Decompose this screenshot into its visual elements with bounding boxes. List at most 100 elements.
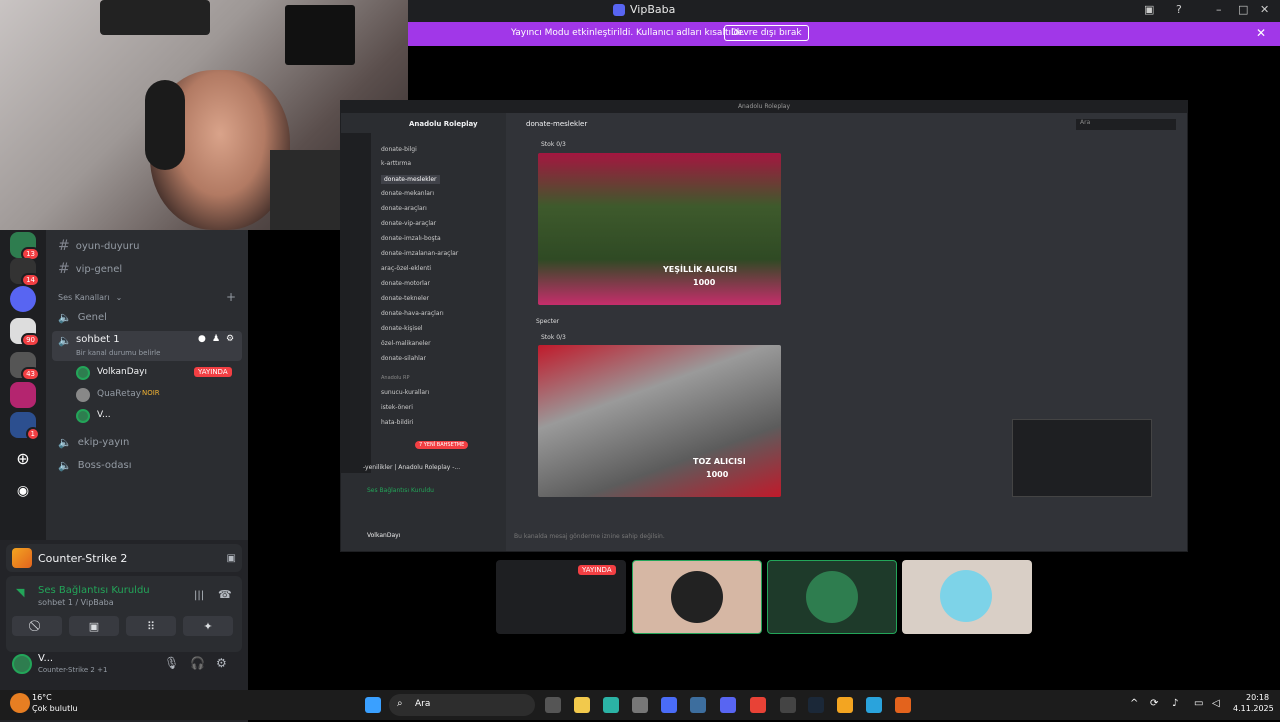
server-icon[interactable]: 14 — [10, 258, 40, 287]
voice-channel-boss-odasi[interactable]: 🔈 Boss-odası — [58, 459, 131, 472]
microphone-icon[interactable]: ♪ — [1172, 698, 1178, 709]
edge-icon[interactable] — [603, 697, 619, 713]
signal-icon: ◥ — [16, 586, 25, 599]
app-icon[interactable] — [690, 697, 706, 713]
explorer-icon[interactable] — [574, 697, 590, 713]
stream-view[interactable]: Anadolu Roleplay Anadolu Roleplay donate… — [340, 100, 1188, 552]
app-icon[interactable] — [661, 697, 677, 713]
participant-tiles: YAYINDA — [496, 560, 1036, 636]
avatar — [940, 570, 992, 622]
store-icon[interactable] — [632, 697, 648, 713]
discover-icon[interactable]: ◉ — [10, 478, 36, 504]
server-icon[interactable] — [10, 286, 36, 312]
cs2-icon[interactable] — [837, 697, 853, 713]
server-icon[interactable]: 90 — [10, 318, 40, 347]
screen-icon[interactable]: ▣ — [227, 553, 236, 564]
weather-icon[interactable] — [10, 693, 30, 713]
telegram-icon[interactable] — [866, 697, 882, 713]
stream-header: Anadolu Roleplay — [341, 101, 1187, 113]
server-icon[interactable]: 13 — [10, 232, 40, 261]
banner-text: Yayıncı Modu etkinleştirildi. Kullanıcı … — [511, 28, 745, 38]
avatar — [806, 571, 858, 623]
volume-icon[interactable]: ◁ — [1212, 698, 1220, 709]
steam-icon[interactable] — [808, 697, 824, 713]
wall-poster — [285, 5, 355, 65]
search-box[interactable]: ⌕ Ara — [389, 694, 535, 716]
participant-tile[interactable] — [902, 560, 1032, 634]
discord-icon[interactable] — [720, 697, 736, 713]
window-title: VipBaba — [630, 3, 676, 16]
add-user-icon[interactable]: ♟ — [212, 334, 220, 344]
microphone-icon[interactable]: 🎙 — [164, 656, 179, 670]
nested-stream-preview — [1012, 419, 1152, 497]
stream-server-rail — [341, 133, 371, 473]
disable-streamer-mode-button[interactable]: Devre dışı bırak — [724, 25, 809, 41]
close-banner-icon[interactable]: ✕ — [1256, 26, 1266, 40]
connection-status[interactable]: Ses Bağlantısı Kuruldu — [38, 585, 150, 596]
streamer-mode-banner: Yayıncı Modu etkinleştirildi. Kullanıcı … — [408, 22, 1280, 46]
help-icon[interactable]: ? — [1176, 3, 1182, 16]
hash-icon: # — [58, 261, 70, 277]
app-icon[interactable] — [895, 697, 911, 713]
minimize-button[interactable]: – — [1216, 3, 1222, 16]
gear-icon[interactable]: ⚙ — [226, 334, 234, 344]
username[interactable]: V... — [38, 653, 53, 664]
chrome-icon[interactable] — [750, 697, 766, 713]
gear-icon[interactable]: ⚙ — [216, 656, 227, 670]
maximize-button[interactable]: □ — [1238, 3, 1248, 16]
headphones-icon[interactable]: 🎧 — [190, 656, 205, 670]
server-icon[interactable]: 1 — [10, 412, 40, 441]
channel-oyun-duyuru[interactable]: # oyun-duyuru — [58, 238, 139, 254]
disconnect-icon[interactable]: ☎ — [218, 588, 232, 601]
speaker-icon: 🔈 — [58, 436, 72, 449]
display-icon[interactable]: ▭ — [1194, 698, 1203, 709]
chevron-down-icon: ⌄ — [115, 293, 123, 302]
activities-button[interactable]: ⠿ — [126, 616, 176, 636]
screen-share-button[interactable]: ▣ — [69, 616, 119, 636]
user-panel: V... Counter-Strike 2 +1 🎙 🎧 ⚙ — [6, 650, 242, 678]
stream-chat: donate-meslekler Ara Stok 0/3 YEŞİLLİK A… — [506, 113, 1187, 551]
voice-category[interactable]: Ses Kanalları ⌄ — [58, 293, 122, 302]
server-icon[interactable]: 43 — [10, 352, 40, 381]
voice-channel-ekip-yayin[interactable]: 🔈 ekip-yayın — [58, 436, 129, 449]
avatar[interactable] — [12, 654, 32, 674]
connection-channel[interactable]: sohbet 1 / VipBaba — [38, 598, 114, 607]
activity-card[interactable]: Counter-Strike 2 ▣ — [6, 544, 242, 572]
add-channel-icon[interactable]: + — [226, 290, 236, 304]
avatar — [76, 388, 90, 402]
green-buyer-image[interactable]: YEŞİLLİK ALICISI 1000 — [538, 153, 781, 305]
channel-list: # oyun-duyuru # vip-genel Ses Kanalları ⌄ +… — [46, 230, 248, 540]
headphones — [145, 80, 185, 170]
voice-channel-genel[interactable]: 🔈 Genel — [58, 311, 107, 324]
channel-vip-genel[interactable]: # vip-genel — [58, 261, 122, 277]
stream-tile[interactable]: YAYINDA — [496, 560, 626, 634]
server-icon[interactable] — [10, 382, 36, 408]
close-button[interactable]: ✕ — [1260, 3, 1269, 16]
discord-icon — [613, 3, 625, 16]
add-server-icon[interactable]: ⊕ — [10, 446, 36, 472]
soundboard-button[interactable]: ✦ — [183, 616, 233, 636]
noise-suppression-icon[interactable]: ||| — [194, 590, 204, 601]
voice-connection: ◥ Ses Bağlantısı Kuruldu sohbet 1 / VipB… — [6, 576, 242, 652]
start-icon[interactable] — [365, 697, 381, 713]
task-view-icon[interactable] — [545, 697, 561, 713]
chevron-up-icon[interactable]: ^ — [1130, 698, 1138, 709]
voice-channel-sohbet-1[interactable]: 🔈 sohbet 1 Bir kanal durumu belirle ● ♟ … — [52, 331, 242, 361]
server-list: 13 14 90 43 1 ⊕ ◉ — [0, 230, 46, 540]
voice-member[interactable]: QuaRetay NOIR — [76, 388, 241, 404]
camera-off-button[interactable]: ⃠ — [12, 616, 62, 636]
avatar — [76, 366, 90, 380]
participant-tile[interactable] — [632, 560, 762, 634]
network-icon[interactable]: ⟳ — [1150, 698, 1158, 709]
voice-member[interactable]: V... — [76, 409, 241, 425]
speaker-icon: 🔈 — [58, 459, 72, 472]
participant-tile[interactable] — [767, 560, 897, 634]
app-icon[interactable] — [780, 697, 796, 713]
inbox-icon[interactable]: ▣ — [1144, 3, 1154, 16]
dust-buyer-image[interactable]: TOZ ALICISI 1000 — [538, 345, 781, 497]
avatar — [76, 409, 90, 423]
speaker-icon: 🔈 — [58, 311, 72, 324]
voice-member[interactable]: VolkanDayı YAYINDA — [76, 366, 241, 382]
chat-icon[interactable]: ● — [198, 334, 206, 344]
speaker-icon: 🔈 — [58, 334, 72, 347]
